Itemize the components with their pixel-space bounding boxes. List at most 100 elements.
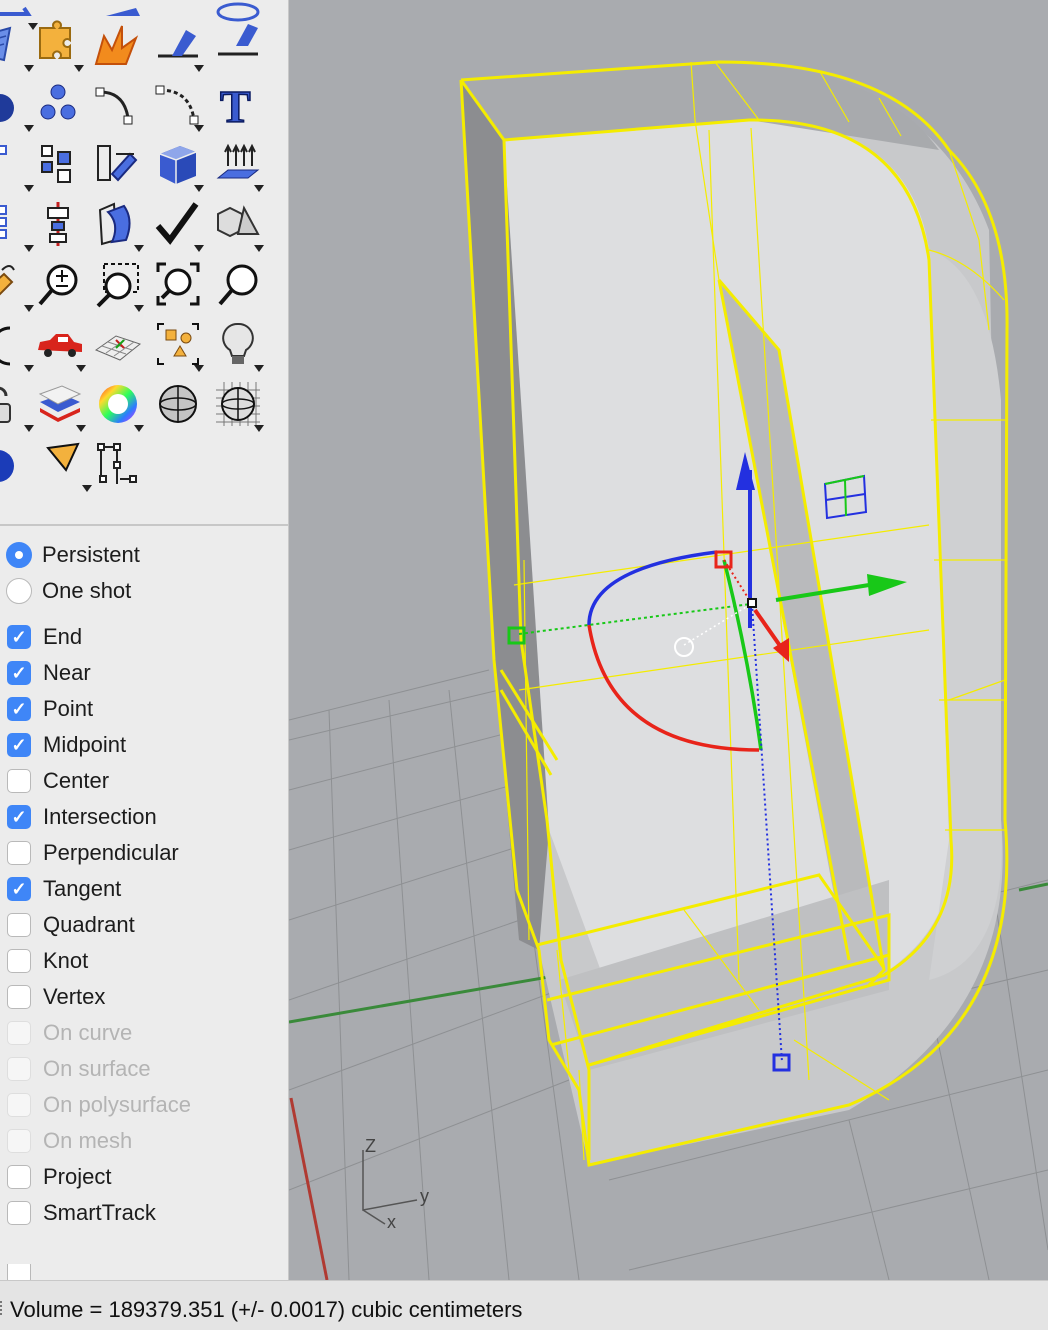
rotate-view-icon[interactable] — [0, 320, 34, 372]
curve-point-icon[interactable] — [94, 80, 142, 128]
checkbox[interactable]: ✓ — [7, 877, 31, 901]
radio-button[interactable] — [6, 542, 32, 568]
blue-sphere-icon[interactable] — [0, 440, 30, 488]
perspective-viewport[interactable]: Z y x — [289, 0, 1048, 1280]
zoom-extents-icon[interactable] — [154, 260, 202, 308]
command-output: Volume = 189379.351 (+/- 0.0017) cubic c… — [10, 1297, 523, 1322]
checkbox — [7, 1057, 31, 1081]
snap-label: Vertex — [43, 984, 106, 1009]
snap-knot[interactable]: Knot — [6, 944, 88, 978]
array-icon[interactable] — [0, 200, 34, 252]
snap-label: On surface — [43, 1056, 151, 1081]
light-bulb-icon[interactable] — [214, 320, 264, 372]
zoom-selected-icon[interactable] — [214, 260, 262, 308]
block-icon[interactable] — [0, 140, 34, 192]
command-history-bar: Volume = 189379.351 (+/- 0.0017) cubic c… — [0, 1280, 1048, 1330]
checkbox[interactable] — [7, 1165, 31, 1189]
checkbox — [7, 1093, 31, 1117]
zoom-dynamic-icon[interactable] — [36, 260, 84, 308]
points-icon[interactable] — [34, 80, 82, 128]
snap-center[interactable]: Center — [6, 764, 109, 798]
trim-icon[interactable] — [214, 20, 262, 68]
snap-next-partial[interactable] — [6, 1264, 43, 1280]
snap-quadrant[interactable]: Quadrant — [6, 908, 135, 942]
snapshot-icon[interactable] — [154, 320, 204, 372]
arc-points-icon[interactable] — [154, 80, 204, 132]
snap-label: Project — [43, 1164, 112, 1189]
snap-midpoint[interactable]: ✓ Midpoint — [6, 728, 126, 762]
group-icon[interactable] — [36, 140, 84, 188]
axis-label-x: x — [387, 1212, 396, 1232]
radio-persistent[interactable]: Persistent — [6, 538, 140, 572]
snap-label: Perpendicular — [43, 840, 179, 865]
check-icon[interactable] — [154, 200, 204, 252]
snap-perpendicular[interactable]: Perpendicular — [6, 836, 179, 870]
solid-box-icon[interactable] — [154, 140, 204, 192]
checkbox[interactable]: ✓ — [7, 625, 31, 649]
radio-button[interactable] — [6, 578, 32, 604]
snap-label: SmartTrack — [43, 1200, 156, 1225]
svg-text:T: T — [220, 81, 251, 128]
snap-end[interactable]: ✓ End — [6, 620, 82, 654]
spheres-icon[interactable] — [0, 80, 34, 132]
checkbox[interactable] — [7, 1264, 31, 1280]
checkbox[interactable] — [7, 841, 31, 865]
checkbox[interactable]: ✓ — [7, 805, 31, 829]
snap-point[interactable]: ✓ Point — [6, 692, 93, 726]
checkbox[interactable]: ✓ — [7, 733, 31, 757]
checkbox[interactable] — [7, 1201, 31, 1225]
snap-intersection[interactable]: ✓ Intersection — [6, 800, 157, 834]
car-icon[interactable] — [36, 320, 86, 372]
dimension-icon[interactable] — [94, 440, 142, 488]
snap-on-surface: On surface — [6, 1052, 151, 1086]
gumball-origin[interactable] — [747, 598, 757, 608]
snap-project[interactable]: Project — [6, 1160, 111, 1194]
radio-one-shot[interactable]: One shot — [6, 574, 131, 608]
cone-icon[interactable] — [42, 440, 92, 492]
viewport-canvas[interactable]: Z y x — [289, 0, 1048, 1280]
checkbox[interactable]: ✓ — [7, 661, 31, 685]
snap-label: Midpoint — [43, 732, 127, 757]
surface-patch-icon[interactable] — [0, 20, 34, 72]
puzzle-icon[interactable] — [34, 20, 84, 72]
snap-on-polysurface: On polysurface — [6, 1088, 191, 1122]
align-icon[interactable] — [36, 200, 84, 248]
pan-icon[interactable] — [0, 260, 34, 312]
text-icon[interactable]: T — [214, 80, 262, 128]
snap-label: Point — [43, 696, 94, 721]
checkbox — [7, 1129, 31, 1153]
snap-on-curve: On curve — [6, 1016, 132, 1050]
explode-icon[interactable] — [92, 20, 140, 68]
x-axis-line — [289, 1097, 329, 1280]
shaded-sphere-icon[interactable] — [154, 380, 202, 428]
split-icon[interactable] — [154, 20, 204, 72]
render-sphere-icon[interactable] — [214, 380, 264, 432]
shapes-icon[interactable] — [214, 200, 264, 252]
zoom-window-icon[interactable] — [94, 260, 144, 312]
checkbox[interactable] — [7, 949, 31, 973]
bend-icon[interactable] — [94, 200, 144, 252]
toolbar-grid: T — [0, 0, 288, 524]
snap-label: End — [43, 624, 83, 649]
checkbox[interactable] — [7, 769, 31, 793]
layers-icon[interactable] — [36, 380, 86, 432]
checkbox[interactable] — [7, 913, 31, 937]
snap-smarttrack[interactable]: SmartTrack — [6, 1196, 156, 1230]
snap-vertex[interactable]: Vertex — [6, 980, 105, 1014]
lock-icon[interactable] — [0, 380, 34, 432]
transform-icon[interactable] — [94, 140, 142, 188]
snap-tangent[interactable]: ✓ Tangent — [6, 872, 121, 906]
grid-icon[interactable] — [94, 320, 142, 368]
snap-label: On curve — [43, 1020, 133, 1045]
axis-label-z: Z — [365, 1136, 376, 1156]
snap-label: Knot — [43, 948, 89, 973]
snap-label: Quadrant — [43, 912, 135, 937]
checkbox[interactable]: ✓ — [7, 697, 31, 721]
resize-grip-icon[interactable] — [0, 1301, 6, 1315]
option-label: One shot — [42, 578, 132, 603]
option-label: Persistent — [42, 542, 140, 567]
extrude-icon[interactable] — [214, 140, 264, 192]
color-wheel-icon[interactable] — [94, 380, 144, 432]
checkbox[interactable] — [7, 985, 31, 1009]
snap-near[interactable]: ✓ Near — [6, 656, 91, 690]
